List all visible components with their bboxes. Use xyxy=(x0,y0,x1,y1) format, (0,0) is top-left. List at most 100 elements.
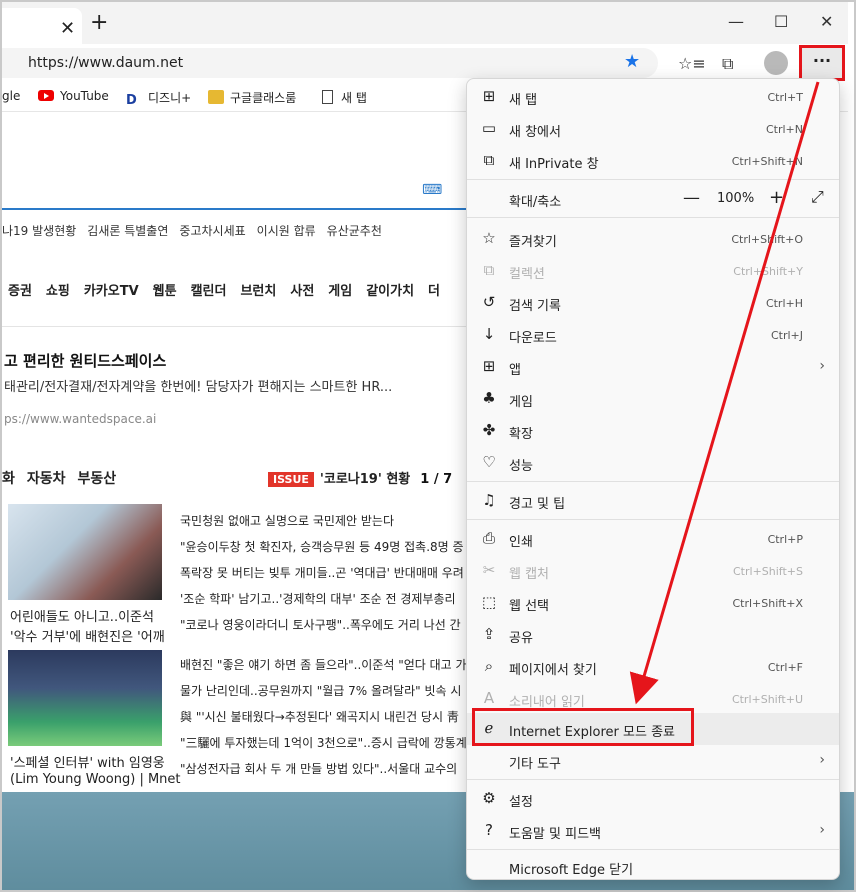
trend-item[interactable]: 이시원 합류 xyxy=(257,224,316,238)
service-nav: 증권 쇼핑 카카오TV 웹툰 캘린더 브런치 사전 게임 같이가치 더 xyxy=(2,280,448,299)
menu-item-shortcut: Ctrl+Shift+S xyxy=(733,565,803,578)
favorite-label: 새 탭 xyxy=(341,91,367,105)
menu-item-settings[interactable]: ⚙ 설정 xyxy=(467,783,839,815)
menu-item-help-feedback[interactable]: ? 도움말 및 피드백 › xyxy=(467,815,839,847)
favorite-star-icon[interactable]: ★ xyxy=(624,51,640,72)
menu-item-print[interactable]: ⎙ 인쇄 Ctrl+P xyxy=(467,523,839,555)
chevron-right-icon: › xyxy=(819,822,825,838)
menu-item-label: 앱 xyxy=(509,363,521,378)
profile-avatar[interactable] xyxy=(764,51,788,75)
headline[interactable]: '조순 학파' 남기고..'경제학의 대부' 조순 전 경제부총리 xyxy=(180,590,456,607)
keyboard-icon[interactable]: ⌨ xyxy=(422,182,442,198)
headline[interactable]: "삼성전자급 회사 두 개 만들 방법 있다"..서울대 교수의 xyxy=(180,760,457,777)
menu-item-label: 기타 도구 xyxy=(509,757,561,772)
minimize-button[interactable]: — xyxy=(728,12,744,31)
headline[interactable]: 폭락장 못 버티는 빚투 개미들..곤 '역대급' 반대매매 우려 xyxy=(180,564,464,581)
favorite-youtube[interactable]: YouTube xyxy=(38,89,109,103)
menu-separator xyxy=(467,779,839,780)
video-thumbnail-image[interactable] xyxy=(8,650,162,746)
address-bar[interactable]: https://www.daum.net ★ xyxy=(2,48,658,78)
ad-title[interactable]: 고 편리한 원티드스페이스 xyxy=(4,350,166,371)
news-tab[interactable]: 부동산 xyxy=(78,471,117,487)
menu-item-new-window[interactable]: ▭ 새 창에서 Ctrl+N xyxy=(467,113,839,145)
favorites-list-icon[interactable]: ☆≡ xyxy=(678,54,706,73)
menu-item-label: 다운로드 xyxy=(509,331,557,346)
menu-item-label: 웹 선택 xyxy=(509,599,550,614)
menu-item-apps[interactable]: ⊞ 앱 › xyxy=(467,351,839,383)
settings-and-more-button[interactable]: ··· xyxy=(799,45,845,81)
find-icon: ⌕ xyxy=(484,657,494,675)
maximize-button[interactable]: ☐ xyxy=(774,12,788,31)
trend-item[interactable]: 나19 발생현황 xyxy=(2,224,76,238)
close-window-button[interactable]: ✕ xyxy=(820,12,833,31)
nav-item[interactable]: 카카오TV xyxy=(84,284,139,299)
tab-close-icon[interactable]: ✕ xyxy=(60,18,75,39)
tab-bar: ✕ + — ☐ ✕ xyxy=(2,2,848,44)
games-icon: ♣ xyxy=(482,389,496,407)
active-tab[interactable]: ✕ xyxy=(2,8,82,44)
menu-item-extensions[interactable]: ✤ 확장 xyxy=(467,415,839,447)
nav-item[interactable]: 같이가치 xyxy=(366,284,414,299)
nav-item[interactable]: 브런치 xyxy=(240,284,276,299)
nav-item[interactable]: 증권 xyxy=(8,284,32,299)
favorite-google[interactable]: gle xyxy=(2,89,20,103)
nav-item[interactable]: 더 xyxy=(428,284,440,299)
headline[interactable]: "코로나 영웅이라더니 토사구팽"..폭우에도 거리 나선 간 xyxy=(180,616,461,633)
headline[interactable]: "三驪에 투자했는데 1억이 3천으로"..증시 급락에 깡통계 xyxy=(180,734,467,751)
favorite-classroom[interactable]: 구글클래스룸 xyxy=(208,89,296,106)
headline[interactable]: 배현진 "좋은 얘기 하면 좀 들으라"..이준석 "얻다 대고 가 xyxy=(180,656,467,673)
nav-item[interactable]: 사전 xyxy=(290,284,314,299)
ad-description[interactable]: 태관리/전자결재/전자계약을 한번에! 담당자가 편해지는 스마트한 HR... xyxy=(4,376,392,395)
menu-item-inprivate[interactable]: ⧉ 새 InPrivate 창 Ctrl+Shift+N xyxy=(467,145,839,177)
headline[interactable]: 물가 난리인데..공무원까지 "월급 7% 올려달라" 빗속 시 xyxy=(180,682,461,699)
menu-item-find-on-page[interactable]: ⌕ 페이지에서 찾기 Ctrl+F xyxy=(467,651,839,683)
thumbnail-caption[interactable]: '스페셜 인터뷰' with 임영웅 xyxy=(10,752,165,771)
thumbnail-caption[interactable]: '악수 거부'에 배현진은 '어깨 xyxy=(10,626,165,645)
ad-url[interactable]: ps://www.wantedspace.ai xyxy=(4,412,156,426)
nav-item[interactable]: 캘린더 xyxy=(191,284,227,299)
menu-item-label: 도움말 및 피드백 xyxy=(509,827,601,842)
issue-banner[interactable]: ISSUE '코로나19' 현황 1 / 7 xyxy=(268,468,452,487)
thumbnail-caption[interactable]: (Lim Young Woong) | Mnet xyxy=(10,772,181,787)
headline[interactable]: "윤승이두창 첫 확진자, 승객승무원 등 49명 접촉.8명 증 xyxy=(180,538,464,555)
news-tab[interactable]: 화 xyxy=(2,471,15,487)
menu-item-collections: ⧉ 컬렉션 Ctrl+Shift+Y xyxy=(467,255,839,287)
favorite-disney[interactable]: D 디즈니+ xyxy=(126,89,191,108)
trend-item[interactable]: 김새론 특별출연 xyxy=(87,224,168,238)
menu-item-label: 게임 xyxy=(509,395,533,410)
menu-item-games[interactable]: ♣ 게임 xyxy=(467,383,839,415)
new-tab-button[interactable]: + xyxy=(90,10,108,35)
menu-item-shortcut: Ctrl+Shift+X xyxy=(732,597,803,610)
nav-item[interactable]: 게임 xyxy=(328,284,352,299)
menu-item-history[interactable]: ↺ 검색 기록 Ctrl+H xyxy=(467,287,839,319)
menu-item-web-select[interactable]: ⬚ 웹 선택 Ctrl+Shift+X xyxy=(467,587,839,619)
fullscreen-icon[interactable]: ⤢ xyxy=(811,187,824,207)
nav-item[interactable]: 쇼핑 xyxy=(46,284,70,299)
menu-item-downloads[interactable]: ↓ 다운로드 Ctrl+J xyxy=(467,319,839,351)
news-tab[interactable]: 자동차 xyxy=(27,471,66,487)
menu-item-shortcut: Ctrl+Shift+U xyxy=(731,693,803,706)
menu-item-new-tab[interactable]: ⊞ 새 탭 Ctrl+T xyxy=(467,81,839,113)
menu-item-alerts[interactable]: ♫ 경고 및 팁 xyxy=(467,485,839,517)
menu-item-label: 즐겨찾기 xyxy=(509,235,557,250)
nav-item[interactable]: 웹툰 xyxy=(153,284,177,299)
thumbnail-caption[interactable]: 어린애들도 아니고..이준석 xyxy=(10,606,154,625)
menu-item-label: 경고 및 팁 xyxy=(509,497,566,512)
menu-item-label: 검색 기록 xyxy=(509,299,561,314)
menu-item-label: 새 InPrivate 창 xyxy=(509,157,599,172)
favorite-new-tab[interactable]: 새 탭 xyxy=(322,89,367,106)
trend-item[interactable]: 중고차시세표 xyxy=(179,224,245,238)
menu-item-favorites[interactable]: ☆ 즐겨찾기 Ctrl+Shift+O xyxy=(467,223,839,255)
menu-item-share[interactable]: ⇪ 공유 xyxy=(467,619,839,651)
menu-item-more-tools[interactable]: 기타 도구 › xyxy=(467,745,839,777)
news-thumbnail-image[interactable] xyxy=(8,504,162,600)
zoom-in-button[interactable]: + xyxy=(769,187,784,208)
menu-item-performance[interactable]: ♡ 성능 xyxy=(467,447,839,479)
zoom-out-button[interactable]: — xyxy=(683,188,700,208)
address-url[interactable]: https://www.daum.net xyxy=(28,55,183,71)
headline[interactable]: 국민청원 없애고 실명으로 국민제안 받는다 xyxy=(180,512,394,529)
trend-item[interactable]: 유산균추천 xyxy=(327,224,382,238)
menu-item-close-edge[interactable]: Microsoft Edge 닫기 xyxy=(467,851,839,883)
collections-icon[interactable]: ⧉ xyxy=(722,54,733,74)
headline[interactable]: 與 "'시신 불태웠다→추정된다' 왜곡지시 내린건 당시 靑 xyxy=(180,708,459,725)
